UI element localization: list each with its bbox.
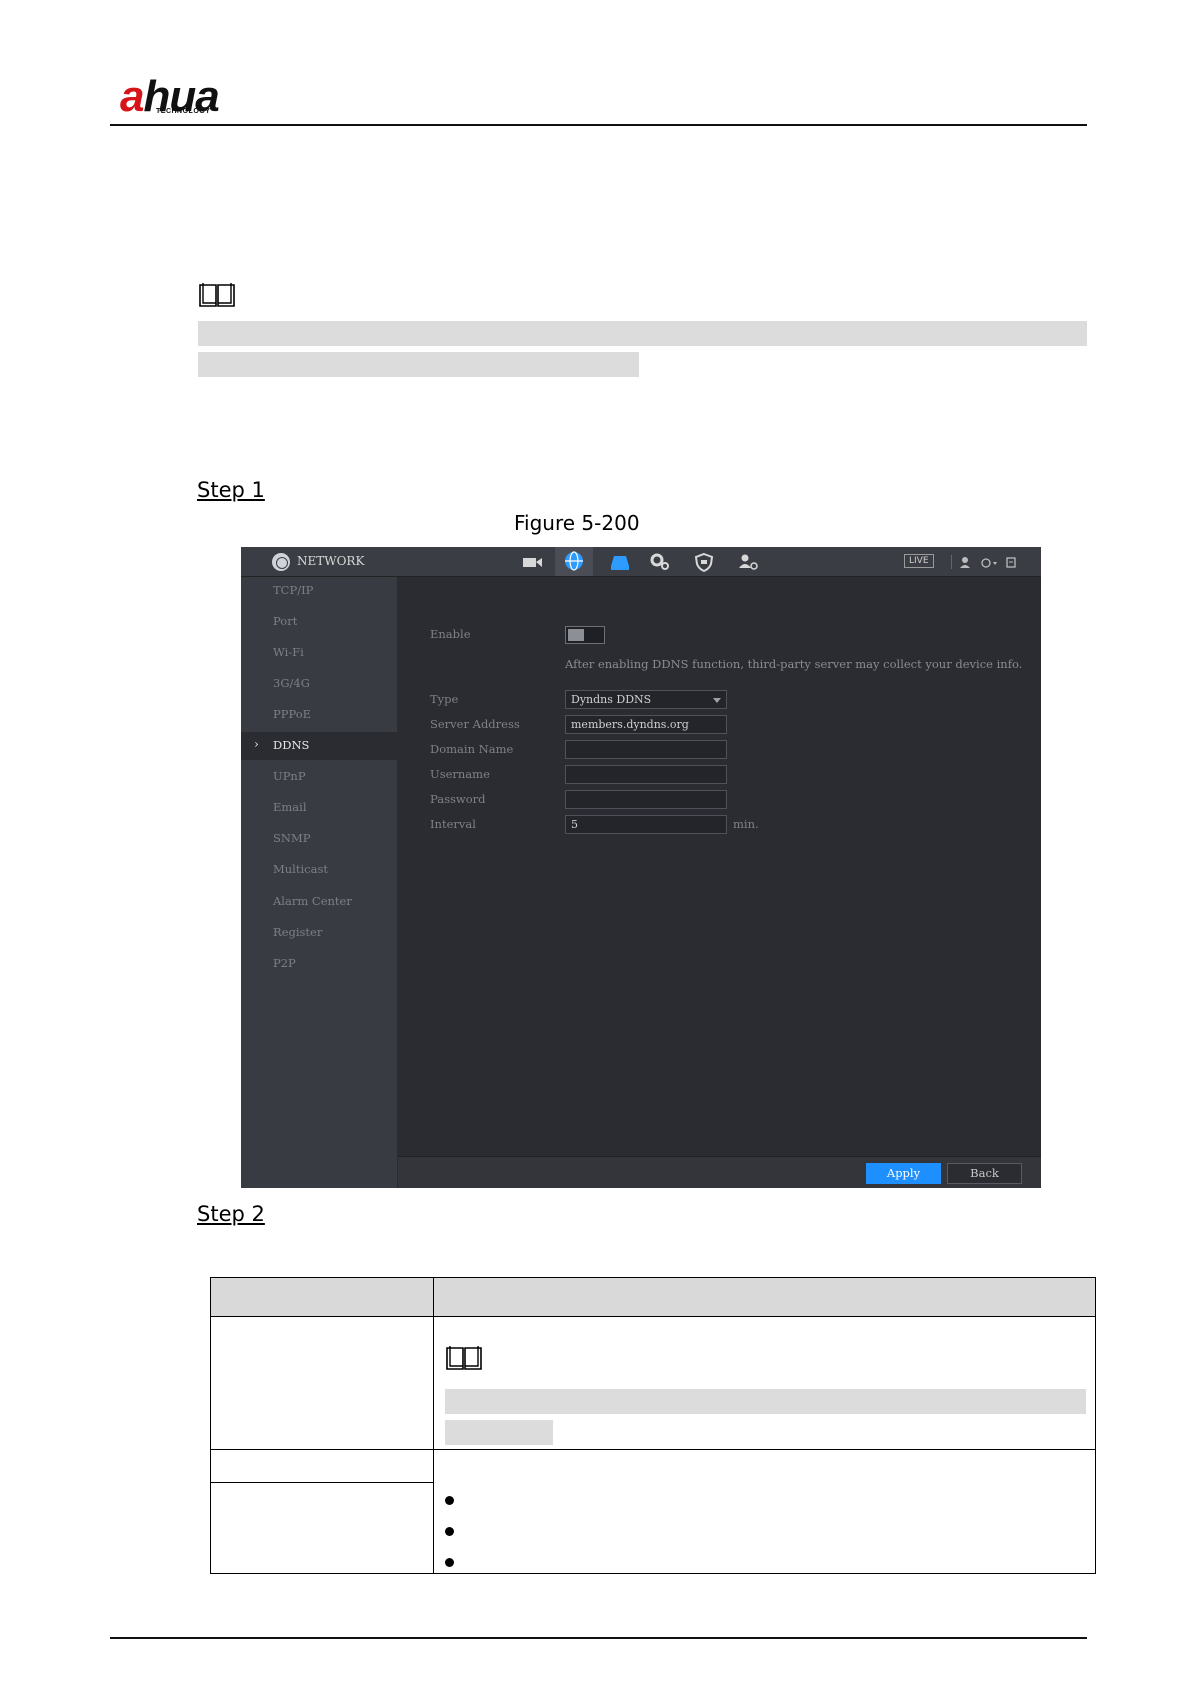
bullet-point xyxy=(445,1527,454,1536)
sidebar-item-upnp[interactable]: UPnP xyxy=(241,763,397,791)
table-cell xyxy=(433,1449,1096,1574)
chevron-down-icon xyxy=(713,698,721,703)
toggle-knob xyxy=(568,629,584,641)
network-icon xyxy=(565,551,583,571)
account-icon[interactable] xyxy=(737,552,759,572)
sidebar-item-label: TCP/IP xyxy=(273,583,314,597)
storage-icon[interactable] xyxy=(609,552,631,572)
network-tab[interactable] xyxy=(555,547,593,576)
step-1-label: Step 1 xyxy=(197,478,265,502)
sidebar-item-wifi[interactable]: Wi-Fi xyxy=(241,639,397,667)
username-label: Username xyxy=(430,767,490,781)
sidebar-item-ddns[interactable]: › DDNS xyxy=(241,732,397,760)
sidebar-item-label: Multicast xyxy=(273,862,328,876)
logo-subtitle: TECHNOLOGY xyxy=(156,108,211,115)
company-logo: ahua TECHNOLOGY xyxy=(120,72,260,122)
top-bar: NETWORK LIVE xyxy=(241,547,1041,577)
parameter-table xyxy=(210,1277,1096,1574)
type-select[interactable]: Dyndns DDNS xyxy=(565,690,727,709)
redacted-note-line xyxy=(198,321,1087,346)
bullet-point xyxy=(445,1496,454,1505)
note-book-icon xyxy=(446,1346,482,1370)
sidebar-item-email[interactable]: Email xyxy=(241,794,397,822)
type-label: Type xyxy=(430,692,459,706)
sidebar-item-snmp[interactable]: SNMP xyxy=(241,825,397,853)
sidebar-item-pppoe[interactable]: PPPoE xyxy=(241,701,397,729)
apply-button[interactable]: Apply xyxy=(866,1163,941,1184)
sidebar-item-label: PPPoE xyxy=(273,707,312,721)
logout-icon[interactable] xyxy=(978,552,1000,572)
password-label: Password xyxy=(430,792,486,806)
privacy-notice: After enabling DDNS function, third-part… xyxy=(565,657,1023,671)
sidebar-item-label: Wi-Fi xyxy=(273,645,304,659)
redacted-note-line xyxy=(445,1389,1086,1414)
back-button[interactable]: Back xyxy=(947,1163,1022,1184)
server-address-label: Server Address xyxy=(430,717,520,731)
bullet-point xyxy=(445,1558,454,1567)
sidebar-item-label: Register xyxy=(273,925,323,939)
domain-name-field[interactable] xyxy=(565,740,727,759)
sidebar-item-register[interactable]: Register xyxy=(241,919,397,947)
sidebar-item-label: DDNS xyxy=(273,738,310,752)
sidebar-item-label: SNMP xyxy=(273,831,311,845)
note-book-icon xyxy=(199,283,235,307)
sidebar-item-port[interactable]: Port xyxy=(241,608,397,636)
password-field[interactable] xyxy=(565,790,727,809)
sidebar-item-p2p[interactable]: P2P xyxy=(241,950,397,978)
figure-caption: Figure 5-200 xyxy=(514,511,640,535)
footer-divider xyxy=(110,1637,1087,1639)
sidebar-item-label: 3G/4G xyxy=(273,676,310,690)
sidebar-item-multicast[interactable]: Multicast xyxy=(241,856,397,884)
live-badge[interactable]: LIVE xyxy=(904,554,934,568)
table-header-cell xyxy=(433,1277,1096,1317)
sidebar-item-3g4g[interactable]: 3G/4G xyxy=(241,670,397,698)
sidebar-item-label: Alarm Center xyxy=(273,894,352,908)
camera-icon[interactable] xyxy=(521,552,543,572)
interval-field[interactable]: 5 xyxy=(565,815,727,834)
settings-icon[interactable] xyxy=(649,552,671,572)
header-divider xyxy=(110,124,1087,126)
enable-label: Enable xyxy=(430,627,471,641)
table-cell xyxy=(210,1482,434,1574)
screen-title: NETWORK xyxy=(297,554,365,568)
redacted-note-line xyxy=(445,1420,553,1445)
sidebar-item-label: UPnP xyxy=(273,769,306,783)
sidebar-item-label: Email xyxy=(273,800,307,814)
ddns-form: Enable After enabling DDNS function, thi… xyxy=(398,577,1041,1148)
sidebar-item-tcpip[interactable]: TCP/IP xyxy=(241,577,397,605)
sidebar-item-alarm-center[interactable]: Alarm Center xyxy=(241,888,397,916)
sidebar-item-label: Port xyxy=(273,614,298,628)
step-2-label: Step 2 xyxy=(197,1202,265,1226)
fullscreen-icon[interactable] xyxy=(1004,552,1018,572)
username-field[interactable] xyxy=(565,765,727,784)
logo-letter-a: a xyxy=(120,72,145,121)
interval-label: Interval xyxy=(430,817,476,831)
security-shield-icon[interactable] xyxy=(693,552,715,572)
redacted-note-line xyxy=(198,352,639,377)
table-cell xyxy=(210,1449,434,1483)
enable-toggle[interactable] xyxy=(565,626,605,644)
table-cell xyxy=(210,1316,434,1450)
toolbar-separator xyxy=(951,555,952,569)
domain-name-label: Domain Name xyxy=(430,742,514,756)
table-cell xyxy=(433,1316,1096,1450)
type-select-value: Dyndns DDNS xyxy=(571,693,652,706)
user-icon[interactable] xyxy=(957,552,973,572)
settings-sidebar: TCP/IP Port Wi-Fi 3G/4G PPPoE › DDNS UPnP… xyxy=(241,577,397,1188)
network-globe-icon xyxy=(272,553,290,571)
interval-unit: min. xyxy=(733,817,759,831)
ddns-screenshot: NETWORK LIVE TCP/IP Port Wi-Fi 3G/4G PPP… xyxy=(241,547,1041,1188)
table-header-cell xyxy=(210,1277,434,1317)
bottom-action-bar xyxy=(398,1156,1041,1188)
server-address-field[interactable]: members.dyndns.org xyxy=(565,715,727,734)
sidebar-item-label: P2P xyxy=(273,956,296,970)
chevron-right-icon: › xyxy=(254,737,259,751)
